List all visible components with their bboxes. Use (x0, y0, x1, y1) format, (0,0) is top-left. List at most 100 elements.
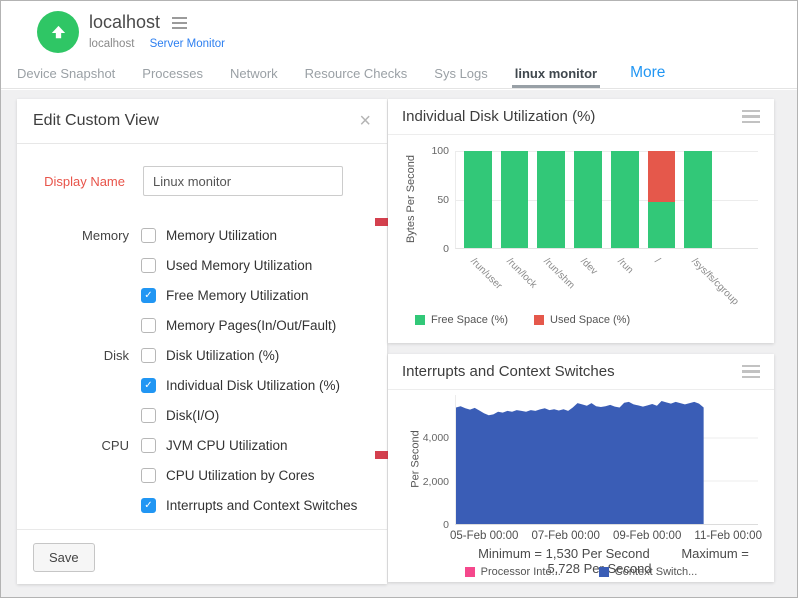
option-row[interactable]: Used Memory Utilization (17, 250, 387, 280)
legend-swatch (534, 315, 544, 325)
x-axis-tick: 05-Feb 00:00 (450, 530, 518, 542)
legend-swatch (415, 315, 425, 325)
content-area: Edit Custom View × Display Name MemoryMe… (1, 90, 797, 597)
tab-more[interactable]: More (630, 58, 665, 88)
legend-swatch (599, 567, 609, 577)
top-header: localhost localhost Server Monitor (1, 1, 797, 58)
tab-processes[interactable]: Processes (142, 58, 203, 88)
option-label: Interrupts and Context Switches (166, 498, 357, 513)
legend-label: Processor Inte... (481, 566, 561, 578)
checked-checkbox[interactable]: ✓ (141, 288, 156, 303)
x-axis-tick: /run (615, 256, 635, 276)
checked-checkbox[interactable]: ✓ (141, 498, 156, 513)
breadcrumb: localhost Server Monitor (89, 38, 225, 50)
option-row[interactable]: Memory Pages(In/Out/Fault) (17, 310, 387, 340)
display-name-input[interactable] (143, 166, 343, 196)
option-label: Individual Disk Utilization (%) (166, 378, 340, 393)
breadcrumb-host: localhost (89, 38, 134, 50)
legend-item[interactable]: Context Switch... (599, 566, 698, 578)
unchecked-checkbox[interactable] (141, 408, 156, 423)
option-label: Disk Utilization (%) (166, 348, 279, 363)
tab-bar: Device Snapshot Processes Network Resource … (1, 58, 797, 89)
legend-swatch (465, 567, 475, 577)
chart-menu-icon[interactable] (742, 110, 760, 124)
legend-label: Used Space (%) (550, 314, 630, 326)
interrupts-legend: Processor Inte... Context Switch... (388, 566, 774, 578)
x-axis-tick: 11-Feb 00:00 (694, 530, 762, 542)
disk-utilization-card: Individual Disk Utilization (%) Bytes Pe… (388, 99, 774, 343)
interrupts-xlabels: 05-Feb 00:00 07-Feb 00:00 09-Feb 00:00 11-F… (450, 530, 762, 542)
legend-item[interactable]: Free Space (%) (415, 314, 508, 326)
interrupts-chart-title: Interrupts and Context Switches (402, 363, 615, 380)
option-row[interactable]: CPU Utilization by Cores (17, 460, 387, 490)
server-monitor-window: localhost localhost Server Monitor Devic… (0, 0, 798, 598)
legend-label: Free Space (%) (431, 314, 508, 326)
unchecked-checkbox[interactable] (141, 438, 156, 453)
x-axis-tick: /run/lock (505, 256, 540, 291)
group-label: Disk (33, 348, 129, 363)
disk-legend: Free Space (%) Used Space (%) (415, 314, 630, 326)
up-arrow-icon (49, 23, 68, 42)
option-label: CPU Utilization by Cores (166, 468, 315, 483)
panel-title: Edit Custom View (33, 112, 159, 130)
metric-groups: MemoryMemory Utilization Used Memory Util… (17, 220, 387, 520)
area-chart-svg (456, 395, 758, 524)
legend-label: Context Switch... (615, 566, 698, 578)
page-title: localhost (89, 12, 160, 33)
bar-/run/shm (537, 151, 565, 248)
option-row[interactable]: ✓ Interrupts and Context Switches (17, 490, 387, 520)
option-row[interactable]: MemoryMemory Utilization (17, 220, 387, 250)
checked-checkbox[interactable]: ✓ (141, 378, 156, 393)
x-axis-tick: /run/shm (541, 256, 576, 291)
edit-custom-view-panel: Edit Custom View × Display Name MemoryMe… (17, 99, 387, 584)
disk-bar-plot: 050100 (455, 151, 758, 249)
close-icon[interactable]: × (359, 111, 371, 131)
legend-item[interactable]: Used Space (%) (534, 314, 630, 326)
x-axis-tick: 07-Feb 00:00 (531, 530, 599, 542)
display-name-label: Display Name (33, 174, 125, 189)
x-axis-tick: /sys/fs/cgroup (689, 256, 740, 307)
breadcrumb-server-monitor-link[interactable]: Server Monitor (150, 38, 225, 50)
unchecked-checkbox[interactable] (141, 348, 156, 363)
interrupts-card: Interrupts and Context Switches Per Seco… (388, 354, 774, 582)
x-axis-tick: /run/user (468, 256, 504, 292)
disk-chart-title: Individual Disk Utilization (%) (402, 108, 595, 125)
unchecked-checkbox[interactable] (141, 318, 156, 333)
tab-resource-checks[interactable]: Resource Checks (305, 58, 408, 88)
title-hamburger-menu-icon[interactable] (172, 17, 187, 29)
group-label: CPU (33, 438, 129, 453)
option-label: Memory Utilization (166, 228, 277, 243)
bar-/sys/fs/cgroup (684, 151, 712, 248)
unchecked-checkbox[interactable] (141, 468, 156, 483)
option-label: Used Memory Utilization (166, 258, 312, 273)
unchecked-checkbox[interactable] (141, 228, 156, 243)
y-axis-tick: 2,000 (423, 476, 449, 488)
tab-sys-logs[interactable]: Sys Logs (434, 58, 487, 88)
option-row[interactable]: Disk(I/O) (17, 400, 387, 430)
chart-menu-icon[interactable] (742, 365, 760, 379)
bar-/dev (574, 151, 602, 248)
y-axis-tick: 100 (431, 145, 449, 157)
x-axis-tick: 09-Feb 00:00 (613, 530, 681, 542)
tab-device-snapshot[interactable]: Device Snapshot (17, 58, 115, 88)
bar-/run/user (464, 151, 492, 248)
legend-item[interactable]: Processor Inte... (465, 566, 561, 578)
save-button[interactable]: Save (33, 543, 95, 572)
option-label: Free Memory Utilization (166, 288, 309, 303)
tab-linux-monitor[interactable]: linux monitor (515, 58, 597, 88)
y-axis-tick: 0 (443, 519, 449, 531)
option-row[interactable]: CPUJVM CPU Utilization (17, 430, 387, 460)
y-axis-tick: 0 (443, 243, 449, 255)
option-row[interactable]: ✓ Individual Disk Utilization (%) (17, 370, 387, 400)
interrupts-area-plot: 02,0004,000 (455, 395, 758, 525)
bar-/run (611, 151, 639, 248)
bar-/ (648, 151, 676, 248)
option-label: Memory Pages(In/Out/Fault) (166, 318, 336, 333)
option-row[interactable]: ✓ Free Memory Utilization (17, 280, 387, 310)
disk-xlabels: /run/user/run/lock/run/shm/dev/run//sys/… (455, 252, 758, 310)
option-row[interactable]: Disk Disk Utilization (%) (17, 340, 387, 370)
option-label: Disk(I/O) (166, 408, 219, 423)
unchecked-checkbox[interactable] (141, 258, 156, 273)
tab-network[interactable]: Network (230, 58, 278, 88)
x-axis-tick: / (652, 256, 662, 266)
